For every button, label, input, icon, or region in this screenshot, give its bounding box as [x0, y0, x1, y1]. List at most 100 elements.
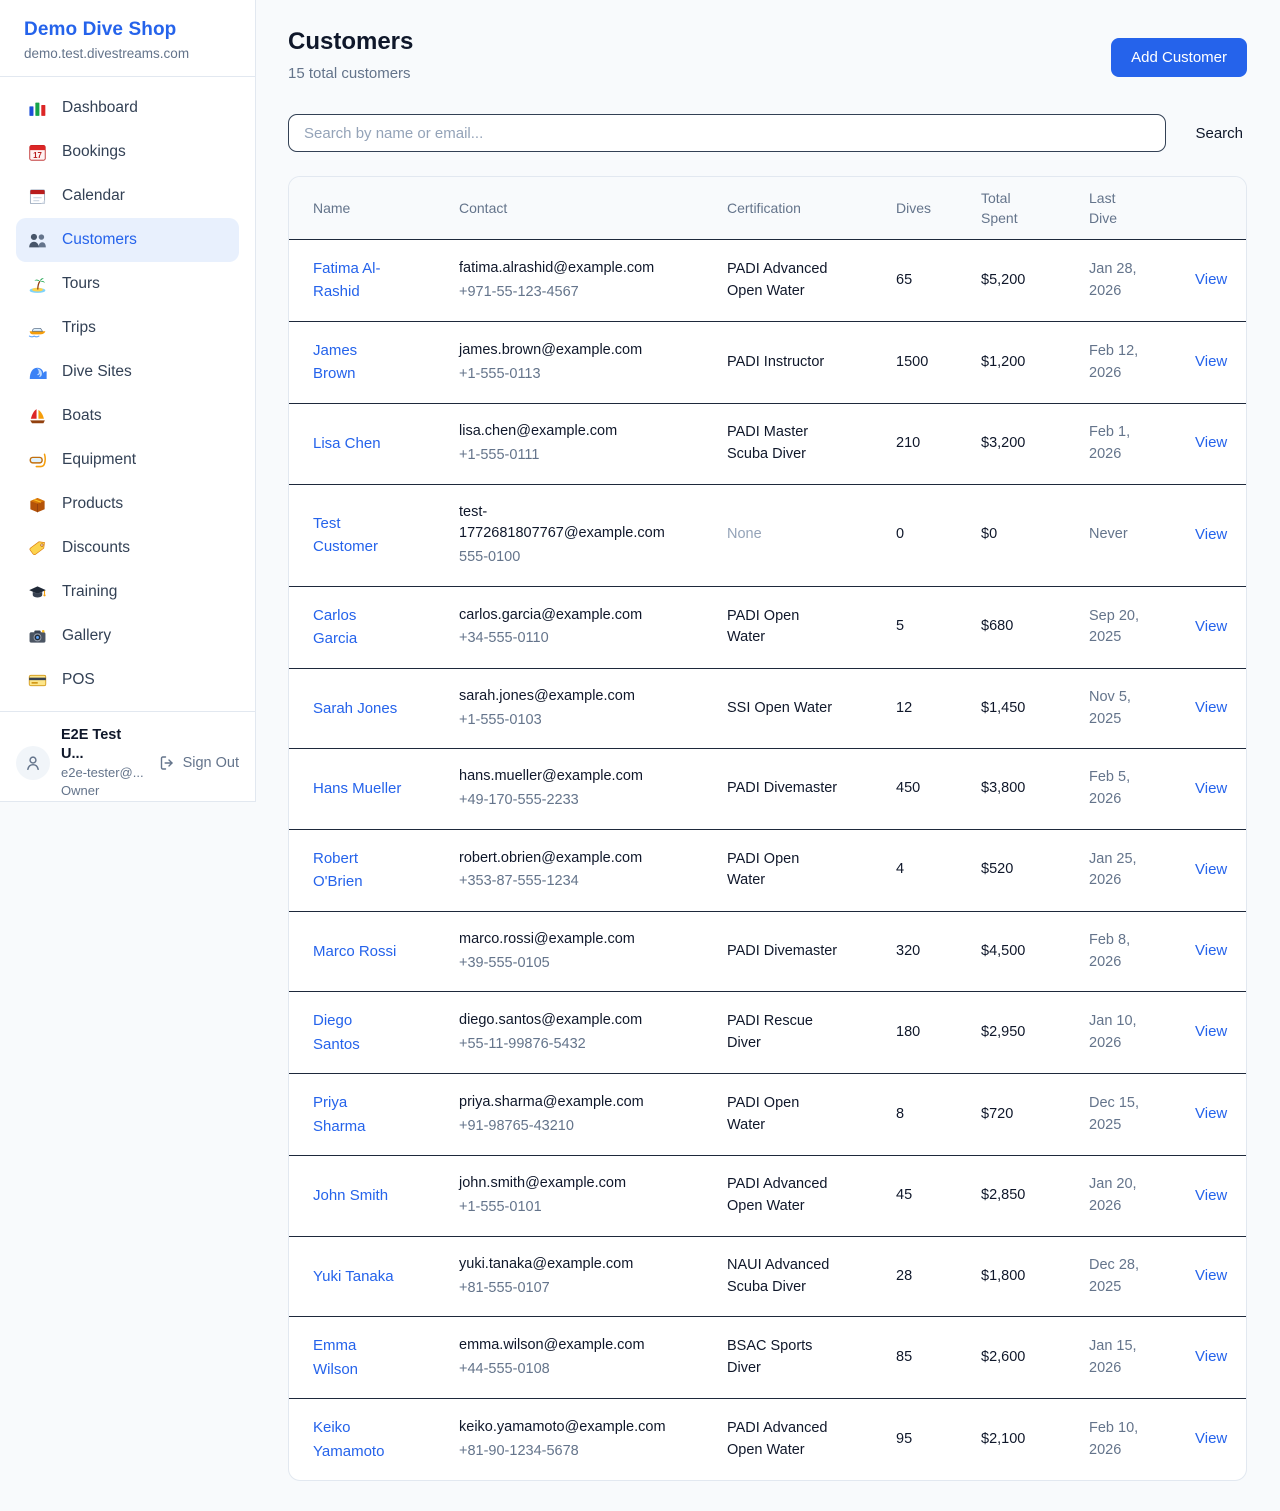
sidebar-item-training[interactable]: Training: [16, 570, 239, 614]
view-link[interactable]: View: [1195, 618, 1227, 635]
customer-name-link[interactable]: Keiko Yamamoto: [313, 1416, 403, 1463]
customer-name-link[interactable]: Carlos Garcia: [313, 604, 403, 651]
view-link[interactable]: View: [1195, 1023, 1227, 1040]
customer-dives: 210: [896, 433, 981, 455]
sign-out-button[interactable]: Sign Out: [159, 755, 239, 771]
sidebar-user-footer: E2E Test U... e2e-tester@... Owner Sign …: [0, 711, 255, 815]
search-input[interactable]: [288, 114, 1166, 152]
svg-text:17: 17: [33, 150, 42, 159]
table-row: Test Customer test-1772681807767@example…: [289, 485, 1246, 587]
sidebar-item-equipment[interactable]: Equipment: [16, 438, 239, 482]
view-link[interactable]: View: [1195, 1267, 1227, 1284]
customer-name-link[interactable]: Test Customer: [313, 512, 403, 559]
add-customer-button[interactable]: Add Customer: [1111, 38, 1247, 77]
view-link[interactable]: View: [1195, 699, 1227, 716]
customer-name-link[interactable]: Emma Wilson: [313, 1334, 403, 1381]
customer-certification: PADI Advanced Open Water: [727, 259, 896, 303]
customer-email: yuki.tanaka@example.com: [459, 1254, 671, 1276]
customer-dives: 45: [896, 1185, 981, 1207]
customer-phone: +971-55-123-4567: [459, 282, 671, 304]
view-link[interactable]: View: [1195, 1187, 1227, 1204]
column-header-name: Name: [313, 198, 459, 218]
table-row: Lisa Chen lisa.chen@example.com +1-555-0…: [289, 404, 1246, 485]
customer-last-dive: Sep 20, 2025: [1089, 606, 1195, 650]
customer-name-link[interactable]: Priya Sharma: [313, 1091, 403, 1138]
customer-name-link[interactable]: John Smith: [313, 1184, 388, 1207]
customer-email: priya.sharma@example.com: [459, 1092, 671, 1114]
customer-total-spent: $1,800: [981, 1266, 1089, 1288]
sidebar-item-dashboard[interactable]: Dashboard: [16, 86, 239, 130]
sidebar-item-customers[interactable]: Customers: [16, 218, 239, 262]
customers-table: Name Contact Certification Dives Total S…: [288, 176, 1247, 1481]
view-link[interactable]: View: [1195, 434, 1227, 451]
customer-name-link[interactable]: Lisa Chen: [313, 432, 381, 455]
view-link[interactable]: View: [1195, 353, 1227, 370]
customer-name-link[interactable]: Fatima Al-Rashid: [313, 257, 403, 304]
customer-name-link[interactable]: Diego Santos: [313, 1009, 403, 1056]
sidebar-item-boats[interactable]: Boats: [16, 394, 239, 438]
table-row: Marco Rossi marco.rossi@example.com +39-…: [289, 912, 1246, 993]
customer-email: fatima.alrashid@example.com: [459, 258, 671, 280]
view-link[interactable]: View: [1195, 1348, 1227, 1365]
customer-phone: +1-555-0111: [459, 445, 671, 467]
customer-certification: NAUI Advanced Scuba Diver: [727, 1255, 896, 1299]
table-row: Emma Wilson emma.wilson@example.com +44-…: [289, 1317, 1246, 1399]
equipment-icon: [28, 451, 47, 470]
customers-icon: [28, 231, 47, 250]
customer-phone: +353-87-555-1234: [459, 871, 671, 893]
user-name: E2E Test U...: [61, 726, 148, 764]
sidebar-item-products[interactable]: Products: [16, 482, 239, 526]
customer-dives: 65: [896, 270, 981, 292]
sidebar-item-discounts[interactable]: Discounts: [16, 526, 239, 570]
view-link[interactable]: View: [1195, 780, 1227, 797]
customer-email: marco.rossi@example.com: [459, 929, 671, 951]
customer-certification: PADI Divemaster: [727, 941, 896, 963]
dashboard-icon: [28, 99, 47, 118]
sidebar-item-dive-sites[interactable]: Dive Sites: [16, 350, 239, 394]
sidebar-item-pos[interactable]: POS: [16, 658, 239, 702]
customer-phone: +1-555-0113: [459, 364, 671, 386]
customer-total-spent: $2,100: [981, 1429, 1089, 1451]
customer-name-link[interactable]: Robert O'Brien: [313, 847, 403, 894]
customer-last-dive: Jan 10, 2026: [1089, 1011, 1195, 1055]
customer-dives: 12: [896, 698, 981, 720]
customer-name-link[interactable]: James Brown: [313, 339, 403, 386]
column-header-contact: Contact: [459, 198, 727, 218]
sidebar-item-calendar[interactable]: Calendar: [16, 174, 239, 218]
view-link[interactable]: View: [1195, 1430, 1227, 1447]
customer-name-link[interactable]: Marco Rossi: [313, 940, 396, 963]
view-link[interactable]: View: [1195, 271, 1227, 288]
discounts-icon: [28, 539, 47, 558]
customer-phone: +34-555-0110: [459, 628, 671, 650]
table-row: Yuki Tanaka yuki.tanaka@example.com +81-…: [289, 1237, 1246, 1318]
sidebar-item-bookings[interactable]: 17 Bookings: [16, 130, 239, 174]
customer-dives: 8: [896, 1104, 981, 1126]
avatar: [16, 746, 50, 780]
customer-name-link[interactable]: Hans Mueller: [313, 777, 401, 800]
sidebar-item-tours[interactable]: Tours: [16, 262, 239, 306]
customer-phone: +1-555-0101: [459, 1197, 671, 1219]
customer-name-link[interactable]: Sarah Jones: [313, 697, 397, 720]
view-link[interactable]: View: [1195, 526, 1227, 543]
view-link[interactable]: View: [1195, 1105, 1227, 1122]
view-link[interactable]: View: [1195, 861, 1227, 878]
view-link[interactable]: View: [1195, 942, 1227, 959]
customer-phone: +91-98765-43210: [459, 1116, 671, 1138]
customer-total-spent: $680: [981, 616, 1089, 638]
customer-total-spent: $2,950: [981, 1022, 1089, 1044]
customer-email: lisa.chen@example.com: [459, 421, 671, 443]
search-button[interactable]: Search: [1191, 125, 1247, 142]
sidebar-item-gallery[interactable]: Gallery: [16, 614, 239, 658]
customer-last-dive: Jan 25, 2026: [1089, 849, 1195, 893]
table-header-row: Name Contact Certification Dives Total S…: [289, 177, 1246, 240]
customer-dives: 4: [896, 859, 981, 881]
customer-name-link[interactable]: Yuki Tanaka: [313, 1265, 394, 1288]
customer-last-dive: Feb 12, 2026: [1089, 341, 1195, 385]
sidebar-item-trips[interactable]: Trips: [16, 306, 239, 350]
customer-last-dive: Nov 5, 2025: [1089, 687, 1195, 731]
table-row: James Brown james.brown@example.com +1-5…: [289, 322, 1246, 404]
customer-certification: None: [727, 524, 896, 546]
customer-email: hans.mueller@example.com: [459, 766, 671, 788]
table-row: Keiko Yamamoto keiko.yamamoto@example.co…: [289, 1399, 1246, 1480]
customer-email: emma.wilson@example.com: [459, 1335, 671, 1357]
